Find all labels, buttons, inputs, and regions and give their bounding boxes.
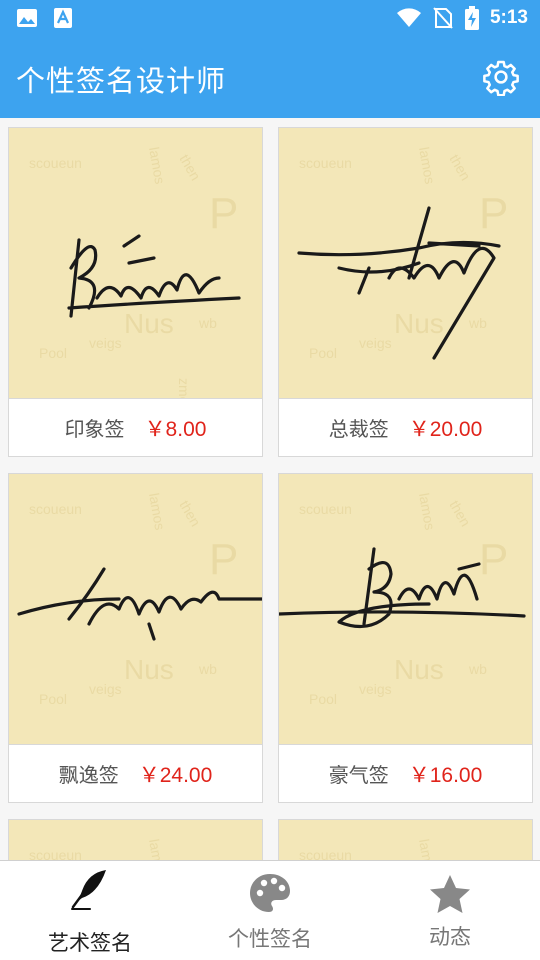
status-indicators: 5:13: [396, 6, 528, 30]
app-bar: 个性签名设计师: [0, 36, 540, 118]
svg-text:lamos: lamos: [146, 838, 168, 860]
svg-text:scoueun: scoueun: [29, 501, 82, 517]
signature-grid: then lamos scoueun P Pool veigs Nus zme …: [0, 118, 540, 860]
svg-text:P: P: [209, 189, 238, 238]
bottom-nav: 艺术签名 个性签名 动态: [0, 860, 540, 960]
status-notifications: [16, 7, 74, 29]
product-card[interactable]: then lamos scoueun P Pool veigs Nus wb 豪…: [278, 473, 533, 803]
svg-text:lamos: lamos: [146, 492, 168, 532]
svg-text:Nus: Nus: [394, 308, 444, 339]
svg-text:Pool: Pool: [309, 691, 337, 707]
svg-text:lamos: lamos: [416, 492, 438, 532]
product-name: 飘逸签: [58, 763, 119, 787]
svg-text:lamos: lamos: [416, 146, 438, 186]
font-icon: [54, 8, 72, 28]
product-name: 印象签: [64, 417, 125, 441]
svg-text:P: P: [479, 535, 508, 584]
svg-text:wb: wb: [468, 315, 487, 331]
svg-text:P: P: [479, 189, 508, 238]
svg-text:scoueun: scoueun: [299, 155, 352, 171]
signature-preview: then lamos scoueun P Pool veigs Nus zme …: [9, 128, 262, 398]
product-price: ￥20.00: [408, 417, 483, 441]
quill-icon: [71, 870, 106, 910]
palette-icon: [250, 874, 290, 912]
product-name: 豪气签: [328, 763, 389, 787]
product-card[interactable]: then lamos scoueun P Pool veigs Nus wb 飘…: [8, 473, 263, 803]
nav-item-moments[interactable]: 动态: [360, 861, 540, 960]
svg-text:zme: zme: [176, 378, 192, 398]
product-name: 总裁签: [328, 417, 389, 441]
status-bar: 5:13: [0, 0, 540, 36]
signature-preview: then lamos scoueun P Pool veigs Nus wb: [279, 474, 532, 744]
image-icon: [17, 9, 37, 27]
product-card[interactable]: then lamos scoueun P Pool veigs Nus zme …: [8, 127, 263, 457]
card-caption: 印象签 ￥8.00: [9, 398, 262, 456]
svg-text:Pool: Pool: [309, 345, 337, 361]
svg-text:Pool: Pool: [39, 345, 67, 361]
svg-text:lamos: lamos: [146, 146, 168, 186]
nav-label: 动态: [429, 925, 471, 949]
svg-text:Nus: Nus: [124, 308, 174, 339]
battery-charging-icon: [464, 6, 479, 30]
product-price: ￥8.00: [144, 417, 207, 441]
app-title: 个性签名设计师: [16, 64, 227, 98]
card-caption: 飘逸签 ￥24.00: [9, 744, 262, 802]
nav-label: 个性签名: [228, 927, 312, 951]
signature-preview: scoueun lamos: [279, 820, 532, 860]
wifi-icon: [396, 8, 421, 27]
svg-text:Pool: Pool: [39, 691, 67, 707]
nav-label: 艺术签名: [48, 931, 132, 955]
svg-text:Nus: Nus: [124, 654, 174, 685]
card-caption: 豪气签 ￥16.00: [279, 744, 532, 802]
svg-text:P: P: [209, 535, 238, 584]
signature-preview: scoueun lamos: [9, 820, 262, 860]
svg-text:lamos: lamos: [416, 838, 438, 860]
product-card[interactable]: then lamos scoueun P Pool veigs Nus wb 总…: [278, 127, 533, 457]
product-card[interactable]: scoueun lamos: [278, 819, 533, 860]
nav-item-personal-signature[interactable]: 个性签名: [180, 861, 360, 960]
svg-text:scoueun: scoueun: [299, 501, 352, 517]
svg-text:then: then: [446, 152, 473, 184]
product-price: ￥24.00: [138, 763, 213, 787]
svg-text:wb: wb: [468, 661, 487, 677]
status-time: 5:13: [489, 7, 528, 28]
product-card[interactable]: scoueun lamos: [8, 819, 263, 860]
star-icon: [430, 875, 470, 913]
svg-text:scoueun: scoueun: [29, 847, 82, 860]
svg-text:Nus: Nus: [394, 654, 444, 685]
svg-text:veigs: veigs: [89, 335, 122, 351]
svg-text:veigs: veigs: [359, 681, 392, 697]
settings-button[interactable]: [482, 58, 520, 97]
signature-preview: then lamos scoueun P Pool veigs Nus wb: [279, 128, 532, 398]
svg-text:then: then: [446, 498, 473, 530]
nav-item-art-signature[interactable]: 艺术签名: [0, 861, 180, 960]
svg-text:wb: wb: [198, 661, 217, 677]
svg-text:veigs: veigs: [89, 681, 122, 697]
card-caption: 总裁签 ￥20.00: [279, 398, 532, 456]
product-price: ￥16.00: [408, 763, 483, 787]
no-sim-icon: [433, 7, 453, 29]
gear-icon: [483, 60, 519, 97]
svg-text:veigs: veigs: [359, 335, 392, 351]
svg-text:scoueun: scoueun: [299, 847, 352, 860]
svg-text:scoueun: scoueun: [29, 155, 82, 171]
signature-preview: then lamos scoueun P Pool veigs Nus wb: [9, 474, 262, 744]
svg-text:then: then: [176, 152, 203, 184]
svg-text:wb: wb: [198, 315, 217, 331]
svg-text:then: then: [176, 498, 203, 530]
